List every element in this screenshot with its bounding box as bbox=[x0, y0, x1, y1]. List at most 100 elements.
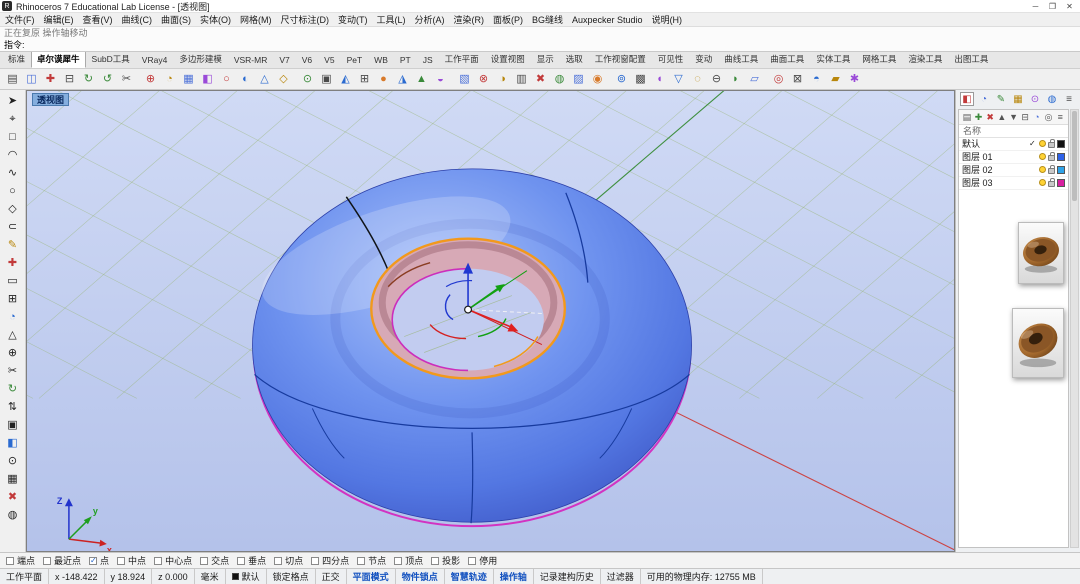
layer-color-swatch[interactable] bbox=[1057, 139, 1065, 148]
menu-item[interactable]: 说明(H) bbox=[652, 13, 683, 26]
layer-color-swatch[interactable] bbox=[1057, 178, 1065, 187]
osnap-checkbox[interactable] bbox=[357, 556, 366, 565]
osnap-checkbox[interactable] bbox=[43, 556, 52, 565]
layer-visibility-bulb-icon[interactable] bbox=[1039, 179, 1046, 187]
sidebar-tool-icon[interactable]: ✚ bbox=[3, 254, 23, 272]
osnap-toggle[interactable]: 垂点 bbox=[237, 554, 266, 567]
toolbar-icon[interactable]: ◎ bbox=[770, 70, 787, 87]
status-pane[interactable]: z 0.000 bbox=[152, 569, 195, 584]
layer-tool-icon[interactable]: ✚ bbox=[974, 111, 984, 123]
panel-tab[interactable]: ◧ bbox=[960, 91, 974, 106]
menu-item[interactable]: 分析(A) bbox=[415, 13, 445, 26]
material-preview-2[interactable] bbox=[1012, 307, 1064, 378]
toolbar-icon[interactable]: ⊙ bbox=[299, 70, 316, 87]
osnap-checkbox[interactable] bbox=[89, 556, 98, 565]
sidebar-tool-icon[interactable]: ✎ bbox=[3, 236, 23, 254]
toolbar-icon[interactable]: ✚ bbox=[42, 70, 59, 87]
toolbar-icon[interactable]: ↻ bbox=[80, 70, 97, 87]
osnap-checkbox[interactable] bbox=[6, 556, 14, 565]
layer-lock-icon[interactable] bbox=[1048, 178, 1055, 188]
sidebar-tool-icon[interactable]: ▣ bbox=[3, 416, 23, 434]
layer-tool-icon[interactable]: ◎ bbox=[1044, 111, 1054, 123]
osnap-toggle[interactable]: 停用 bbox=[468, 554, 497, 567]
toolbar-icon[interactable]: ● bbox=[375, 70, 392, 87]
sidebar-tool-icon[interactable]: ⇅ bbox=[3, 398, 23, 416]
toolbar-tab[interactable]: VSR-MR bbox=[228, 52, 274, 68]
menu-item[interactable]: Auxpecker Studio bbox=[572, 15, 643, 25]
sidebar-tool-icon[interactable]: ➤ bbox=[3, 92, 23, 110]
osnap-toggle[interactable]: 中心点 bbox=[154, 554, 192, 567]
toolbar-icon[interactable]: ▦ bbox=[180, 70, 197, 87]
panel-tab[interactable]: ◔ bbox=[977, 92, 991, 106]
sidebar-tool-icon[interactable]: ○ bbox=[3, 182, 23, 200]
menu-item[interactable]: 变动(T) bbox=[338, 13, 368, 26]
toolbar-icon[interactable]: ✖ bbox=[532, 70, 549, 87]
sidebar-tool-icon[interactable]: △ bbox=[3, 326, 23, 344]
sidebar-tool-icon[interactable]: ◔ bbox=[3, 308, 23, 326]
status-pane[interactable]: y 18.924 bbox=[105, 569, 153, 584]
layer-row[interactable]: 图层 02 bbox=[959, 164, 1068, 177]
osnap-checkbox[interactable] bbox=[394, 556, 403, 565]
toolbar-icon[interactable]: ✂ bbox=[118, 70, 135, 87]
toolbar-tab[interactable]: 多边形建模 bbox=[173, 52, 228, 68]
toolbar-icon[interactable]: ⊕ bbox=[142, 70, 159, 87]
toolbar-icon[interactable]: ◑ bbox=[494, 70, 511, 87]
toolbar-icon[interactable]: ▲ bbox=[413, 70, 430, 87]
toolbar-icon[interactable]: △ bbox=[256, 70, 273, 87]
osnap-checkbox[interactable] bbox=[311, 556, 320, 565]
toolbar-tab[interactable]: V6 bbox=[296, 52, 318, 68]
layer-color-swatch[interactable] bbox=[1057, 165, 1065, 174]
osnap-toggle[interactable]: 交点 bbox=[200, 554, 229, 567]
toolbar-tab[interactable]: 工作平面 bbox=[439, 52, 485, 68]
toolbar-icon[interactable]: ▰ bbox=[827, 70, 844, 87]
status-pane[interactable]: 锁定格点 bbox=[267, 569, 316, 584]
menu-item[interactable]: 曲线(C) bbox=[122, 13, 153, 26]
viewport-title[interactable]: 透视图 bbox=[32, 92, 70, 106]
sidebar-tool-icon[interactable]: ∿ bbox=[3, 164, 23, 182]
toolbar-icon[interactable]: ⊖ bbox=[708, 70, 725, 87]
status-pane[interactable]: 过滤器 bbox=[601, 569, 641, 584]
sidebar-tool-icon[interactable]: ⊂ bbox=[3, 218, 23, 236]
sidebar-tool-icon[interactable]: ⊞ bbox=[3, 290, 23, 308]
toolbar-tab[interactable]: 可见性 bbox=[652, 52, 690, 68]
command-prompt[interactable]: 指令: bbox=[0, 39, 1080, 51]
osnap-checkbox[interactable] bbox=[154, 556, 163, 565]
osnap-checkbox[interactable] bbox=[117, 556, 126, 565]
layer-visibility-bulb-icon[interactable] bbox=[1039, 140, 1046, 148]
sidebar-tool-icon[interactable]: ▦ bbox=[3, 470, 23, 488]
toolbar-icon[interactable]: ▤ bbox=[4, 70, 21, 87]
toolbar-tab[interactable]: 卓尔谟犀牛 bbox=[31, 52, 86, 68]
toolbar-tab[interactable]: 工作视窗配置 bbox=[589, 52, 652, 68]
toolbar-icon[interactable]: ◍ bbox=[551, 70, 568, 87]
osnap-toggle[interactable]: 四分点 bbox=[311, 554, 349, 567]
sidebar-tool-icon[interactable]: ✂ bbox=[3, 362, 23, 380]
toolbar-icon[interactable]: ◒ bbox=[432, 70, 449, 87]
layer-tool-icon[interactable]: ≡ bbox=[1055, 111, 1065, 123]
sidebar-tool-icon[interactable]: ◇ bbox=[3, 200, 23, 218]
panel-tab[interactable]: ◍ bbox=[1045, 92, 1059, 106]
toolbar-tab[interactable]: 显示 bbox=[531, 52, 560, 68]
toolbar-icon[interactable]: ⊗ bbox=[475, 70, 492, 87]
layer-tool-icon[interactable]: ⊟ bbox=[1020, 111, 1030, 123]
toolbar-icon[interactable]: ○ bbox=[218, 70, 235, 87]
layer-lock-icon[interactable] bbox=[1048, 139, 1055, 149]
toolbar-tab[interactable]: 实体工具 bbox=[810, 52, 856, 68]
status-pane[interactable]: x -148.422 bbox=[49, 569, 105, 584]
toolbar-tab[interactable]: 曲面工具 bbox=[764, 52, 810, 68]
toolbar-icon[interactable]: ✱ bbox=[846, 70, 863, 87]
sidebar-tool-icon[interactable]: ✖ bbox=[3, 488, 23, 506]
toolbar-tab[interactable]: PeT bbox=[341, 52, 369, 68]
menu-item[interactable]: 编辑(E) bbox=[44, 13, 74, 26]
layer-row[interactable]: 图层 01 bbox=[959, 151, 1068, 164]
panel-tab[interactable]: ≡ bbox=[1062, 92, 1076, 106]
panel-tab[interactable]: ✎ bbox=[994, 92, 1008, 106]
osnap-checkbox[interactable] bbox=[200, 556, 209, 565]
osnap-toggle[interactable]: 中点 bbox=[117, 554, 146, 567]
osnap-toggle[interactable]: 切点 bbox=[274, 554, 303, 567]
sidebar-tool-icon[interactable]: ⌖ bbox=[3, 110, 23, 128]
status-pane[interactable]: 正交 bbox=[316, 569, 347, 584]
toolbar-icon[interactable]: ⊞ bbox=[356, 70, 373, 87]
menu-item[interactable]: 查看(V) bbox=[83, 13, 113, 26]
status-pane[interactable]: 智慧轨迹 bbox=[445, 569, 494, 584]
toolbar-tab[interactable]: JS bbox=[417, 52, 439, 68]
